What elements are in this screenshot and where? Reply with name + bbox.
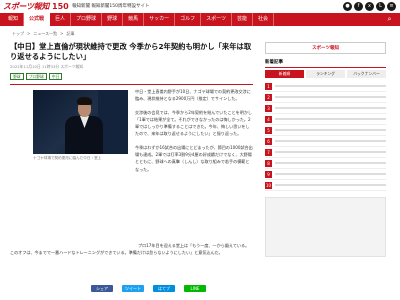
- nav-item-sports[interactable]: スポーツ: [201, 13, 233, 26]
- top-header: スポーツ報知 150 報知新聞 報知新聞150周年特設サイト ● f x L ≡: [0, 0, 400, 13]
- list-item[interactable]: 1: [265, 81, 386, 92]
- breadcrumb-news[interactable]: ニュース一覧: [33, 31, 57, 37]
- list-item[interactable]: 8: [265, 158, 386, 169]
- article-photo[interactable]: [33, 90, 128, 154]
- nav-item-pro-baseball[interactable]: プロ野球: [71, 13, 103, 26]
- nav-item-giants[interactable]: 巨人: [50, 13, 72, 26]
- line-icon[interactable]: L: [376, 2, 385, 11]
- photo-figure-hair: [77, 97, 92, 105]
- title-divider: [10, 84, 253, 85]
- rank-badge: 10: [265, 181, 272, 189]
- breadcrumb-article: 記事: [66, 31, 75, 36]
- rank-badge: 8: [265, 159, 272, 167]
- list-item-text: [275, 151, 386, 153]
- share-facebook-button[interactable]: シェア: [91, 285, 113, 292]
- share-buttons: シェア ツイート はてブ LINE: [91, 285, 206, 292]
- list-item[interactable]: 5: [265, 125, 386, 136]
- menu-icon[interactable]: ≡: [387, 2, 396, 11]
- list-item-text: [275, 184, 386, 186]
- sidebar-list: 1 2 3 4 5 6 7 8 9 10: [265, 81, 386, 191]
- list-item[interactable]: 9: [265, 169, 386, 180]
- list-item[interactable]: 2: [265, 92, 386, 103]
- header-tagline[interactable]: 報知新聞 報知新聞150周年特設サイト: [72, 3, 150, 9]
- tag-baseball[interactable]: 野球: [10, 73, 24, 80]
- rank-badge: 3: [265, 104, 272, 112]
- share-hatena-button[interactable]: はてブ: [153, 285, 175, 292]
- rank-badge: 1: [265, 82, 272, 90]
- sidebar-banner[interactable]: スポーツ報知: [265, 42, 386, 54]
- logo-text: スポーツ報知: [3, 2, 50, 11]
- facebook-icon[interactable]: f: [354, 2, 363, 11]
- list-item-text: [275, 118, 386, 120]
- rank-badge: 6: [265, 137, 272, 145]
- photo-caption: ナゴヤ球場で契約更改に臨んだ中日・堂上: [33, 156, 102, 160]
- nav-item-golf[interactable]: ゴルフ: [175, 13, 202, 26]
- breadcrumb-separator: >: [27, 31, 31, 36]
- x-icon[interactable]: x: [365, 2, 374, 11]
- article-paragraph: プロ17年目を迎える堂上は「もう一度、一から鍛えている。このオフは、今までで一番…: [10, 243, 250, 256]
- list-item[interactable]: 6: [265, 136, 386, 147]
- rank-badge: 9: [265, 170, 272, 178]
- rank-badge: 5: [265, 126, 272, 134]
- article-body-continued: プロ17年目を迎える堂上は「もう一度、一から鍛えている。このオフは、今までで一番…: [10, 242, 253, 257]
- article-body: 中日・堂上直倫内野手が10日、ナゴヤ球場での契約更改交渉に臨み、現状維持となる2…: [135, 88, 253, 179]
- tag-chunichi[interactable]: 中日: [48, 73, 63, 80]
- nav-item-official[interactable]: 公式戦: [24, 13, 51, 26]
- tab-latest[interactable]: 新着順: [265, 70, 304, 78]
- list-item-text: [275, 96, 386, 98]
- rank-badge: 7: [265, 148, 272, 156]
- article-header: 【中日】堂上直倫が現状維持で更改 今季から2年契約も明かし「来年は取り返せるよう…: [10, 42, 253, 80]
- sidebar-tabs: 新着順 ランキング バックナンバー: [265, 70, 386, 78]
- breadcrumb-top[interactable]: トップ: [12, 31, 24, 37]
- nav-item-soccer[interactable]: サッカー: [144, 13, 176, 26]
- tab-ranking[interactable]: ランキング: [306, 70, 345, 78]
- list-item-text: [275, 140, 386, 142]
- article-paragraph: 中日・堂上直倫内野手が10日、ナゴヤ球場での契約更改交渉に臨み、現状維持となる2…: [135, 89, 251, 102]
- list-item-text: [275, 173, 386, 175]
- list-item[interactable]: 4: [265, 114, 386, 125]
- nav-item-entertainment[interactable]: 芸能: [232, 13, 254, 26]
- nav-item-society[interactable]: 社会: [253, 13, 275, 26]
- search-icon[interactable]: ⌕: [385, 15, 394, 24]
- article-meta: 2022年11月10日 11時33分 スポーツ報知: [10, 64, 84, 69]
- sidebar: スポーツ報知 新着記事 新着順 ランキング バックナンバー 1 2 3 4 5 …: [265, 42, 386, 257]
- list-item[interactable]: 10: [265, 180, 386, 191]
- share-line-button[interactable]: LINE: [184, 285, 206, 292]
- sidebar-ad[interactable]: [265, 197, 386, 257]
- list-item-text: [275, 107, 386, 109]
- tag-pro-baseball[interactable]: プロ野球: [25, 73, 47, 80]
- article-paragraph: 交渉後の会見では、今季から2年契約を結んでいたことを明かし「1軍では結果が全て。…: [135, 109, 253, 137]
- article-title: 【中日】堂上直倫が現状維持で更改 今季から2年契約も明かし「来年は取り返せるよう…: [10, 42, 252, 61]
- list-item[interactable]: 3: [265, 103, 386, 114]
- share-twitter-button[interactable]: ツイート: [122, 285, 144, 292]
- breadcrumb: トップ > ニュース一覧 > 記事: [12, 31, 75, 37]
- site-logo[interactable]: スポーツ報知 150: [3, 1, 69, 12]
- nav-item-horse-racing[interactable]: 競馬: [123, 13, 145, 26]
- list-item-text: [275, 162, 386, 164]
- list-item-text: [275, 85, 386, 87]
- header-icons: ● f x L ≡: [343, 2, 396, 11]
- rank-badge: 2: [265, 93, 272, 101]
- sidebar-heading: 新着記事: [265, 59, 386, 68]
- main-nav: 報知 公式戦 巨人 プロ野球 野球 競馬 サッカー ゴルフ スポーツ 芸能 社会…: [0, 13, 400, 26]
- logo-anniversary: 150: [52, 2, 69, 11]
- article-tags: 野球 プロ野球 中日: [10, 73, 253, 80]
- tab-backnumber[interactable]: バックナンバー: [347, 70, 386, 78]
- list-item[interactable]: 7: [265, 147, 386, 158]
- user-icon[interactable]: ●: [343, 2, 352, 11]
- breadcrumb-separator: >: [60, 31, 64, 36]
- nav-item-home[interactable]: 報知: [3, 13, 25, 26]
- rank-badge: 4: [265, 115, 272, 123]
- article-paragraph: 今季はわずか16試合の出場にとどまったが、節目の1000試合出場も達成。2軍では…: [135, 144, 253, 172]
- nav-item-baseball[interactable]: 野球: [102, 13, 124, 26]
- list-item-text: [275, 129, 386, 131]
